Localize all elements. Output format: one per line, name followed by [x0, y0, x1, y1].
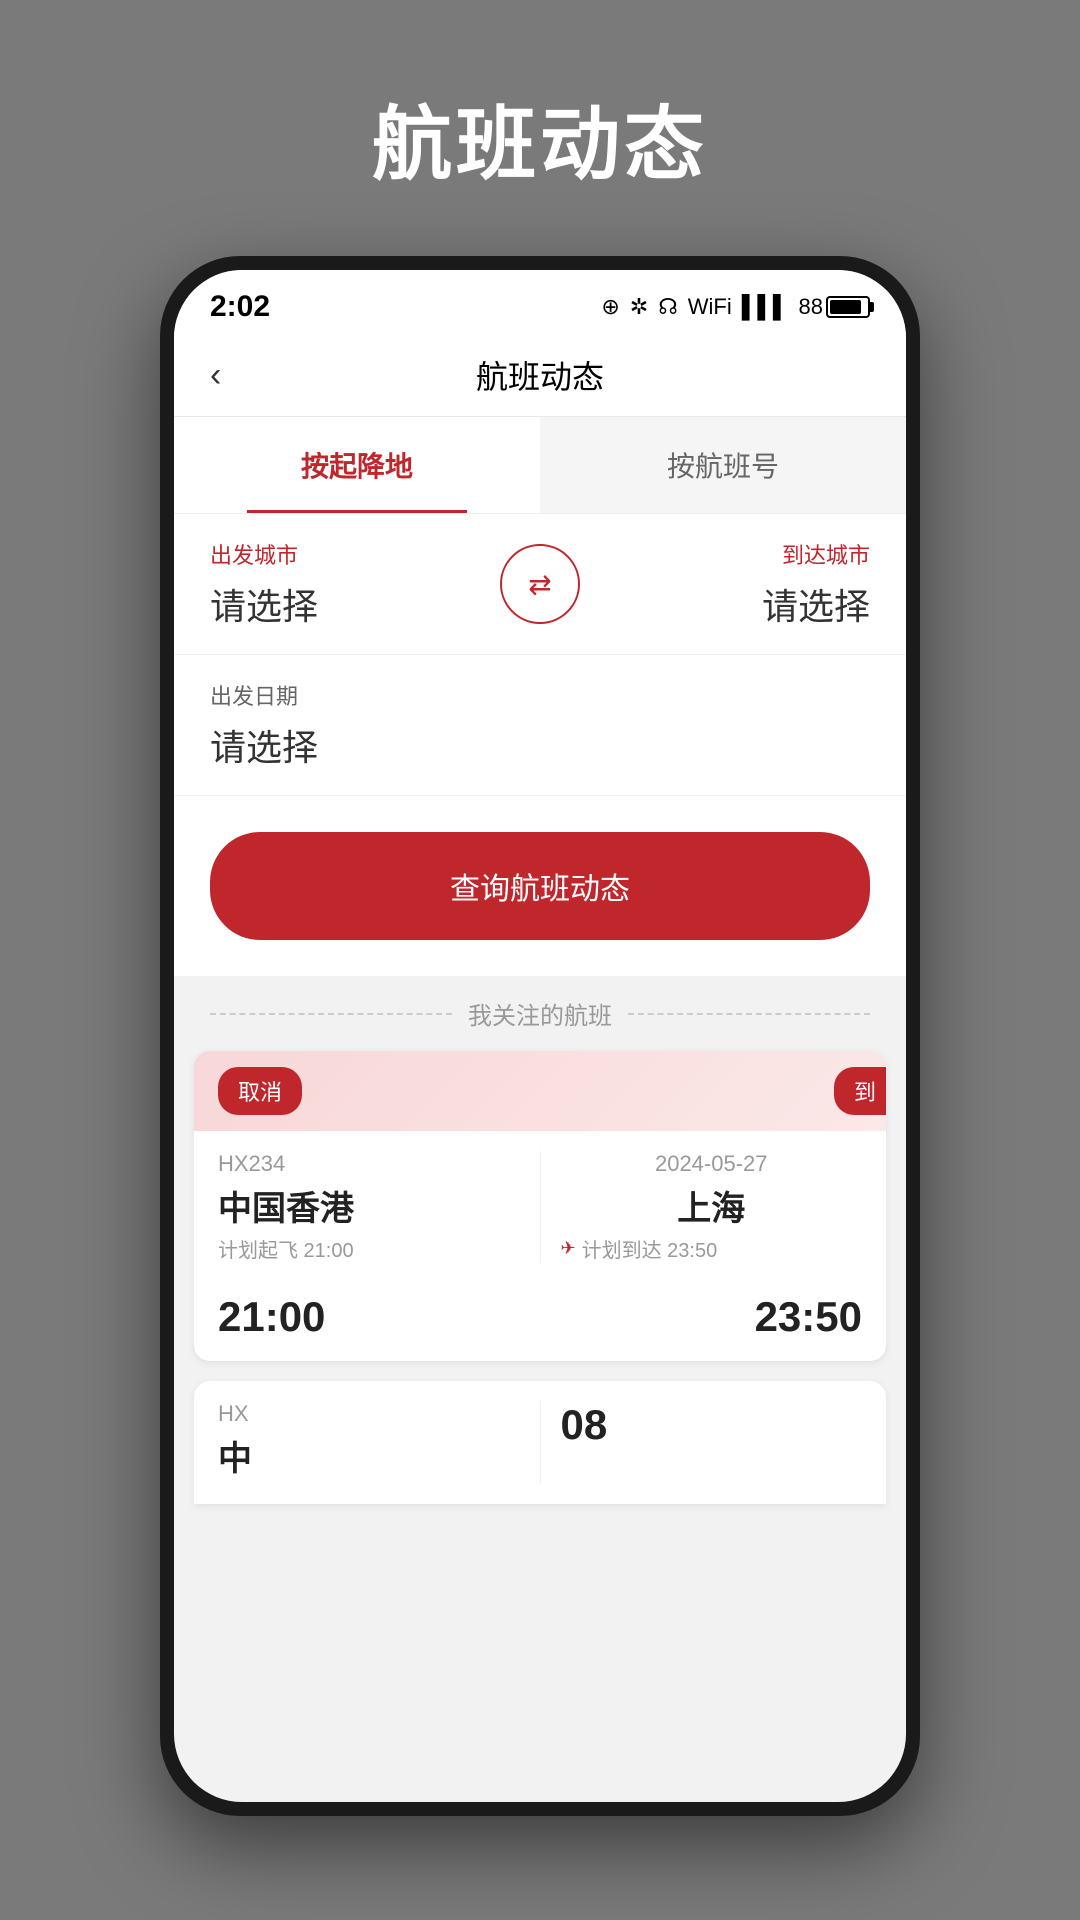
tab-by-route[interactable]: 按起降地 — [174, 417, 540, 513]
nfc-icon: ⊕ — [601, 294, 619, 320]
partial-city: 中 — [218, 1431, 520, 1480]
date-label: 出发日期 — [210, 679, 870, 711]
flight-card-partial-body: HX 中 08 — [194, 1381, 886, 1504]
plane-icon-0: ✈ — [561, 1238, 576, 1259]
nav-title: 航班动态 — [476, 352, 604, 398]
page-bg-title: 航班动态 — [372, 80, 708, 196]
divider-line-right — [628, 1013, 870, 1015]
date-value: 请选择 — [210, 719, 870, 771]
partial-time: 08 — [561, 1401, 863, 1449]
departure-col-0: HX234 中国香港 计划起飞 21:00 — [218, 1151, 541, 1263]
partial-time-col: 08 — [561, 1401, 863, 1484]
section-title: 我关注的航班 — [468, 996, 612, 1031]
tabs-container: 按起降地 按航班号 — [174, 417, 906, 514]
partial-flight-number: HX — [218, 1401, 520, 1427]
phone-screen: 2:02 ⊕ ✲ ☊ WiFi ▌▌▌ 88 ‹ 航班动态 — [174, 270, 906, 1802]
date-selector[interactable]: 出发日期 请选择 — [174, 655, 906, 796]
arrival-time-large-0: 23:50 — [755, 1293, 862, 1340]
time-row-0: 21:00 23:50 — [194, 1283, 886, 1361]
search-card: 按起降地 按航班号 出发城市 请选择 ⇄ 到 — [174, 417, 906, 976]
route-selector: 出发城市 请选择 ⇄ 到达城市 请选择 — [174, 514, 906, 655]
nfc2-icon: ☊ — [658, 294, 678, 320]
my-flights-divider: 我关注的航班 — [174, 976, 906, 1051]
swap-cities-button[interactable]: ⇄ — [500, 544, 580, 624]
partial-col: HX 中 — [218, 1401, 541, 1484]
partial-card-container: HX 中 08 — [174, 1381, 906, 1504]
battery-box — [826, 296, 870, 318]
arrival-city-selector[interactable]: 到达城市 请选择 — [600, 538, 870, 630]
flight-cards-list: 取消 到 HX234 中国香港 计划起飞 21:00 2024-05-27 — [174, 1051, 906, 1381]
flight-card-header-0: 取消 到 — [194, 1051, 886, 1131]
departure-time-label-0: 计划起飞 21:00 — [218, 1234, 520, 1263]
flight-card-partial[interactable]: HX 中 08 — [194, 1381, 886, 1504]
arr-time-large-col: 23:50 — [540, 1293, 862, 1341]
nav-bar: ‹ 航班动态 — [174, 334, 906, 417]
arrival-value: 请选择 — [600, 578, 870, 630]
arrival-city-0: 上海 — [561, 1181, 863, 1230]
wifi-icon: WiFi — [688, 294, 732, 320]
bluetooth-icon: ✲ — [630, 294, 648, 320]
departure-label: 出发城市 — [210, 538, 480, 570]
divider-line-left — [210, 1013, 452, 1015]
battery-level-text: 88 — [799, 294, 823, 320]
back-button[interactable]: ‹ — [210, 356, 221, 395]
departure-city-0: 中国香港 — [218, 1181, 520, 1230]
departure-time-large-0: 21:00 — [218, 1293, 325, 1340]
search-button[interactable]: 查询航班动态 — [210, 832, 870, 940]
status-time: 2:02 — [210, 290, 270, 324]
phone-frame: 2:02 ⊕ ✲ ☊ WiFi ▌▌▌ 88 ‹ 航班动态 — [160, 256, 920, 1816]
content-area: 按起降地 按航班号 出发城市 请选择 ⇄ 到 — [174, 417, 906, 1802]
flight-number-0: HX234 — [218, 1151, 520, 1177]
status-icons: ⊕ ✲ ☊ WiFi ▌▌▌ 88 — [601, 294, 870, 320]
flight-status-badge-right-0: 到 — [834, 1067, 886, 1115]
departure-value: 请选择 — [210, 578, 480, 630]
flight-status-badge-0: 取消 — [218, 1067, 302, 1115]
swap-icon-symbol: ⇄ — [528, 568, 551, 601]
arrival-label: 到达城市 — [600, 538, 870, 570]
departure-city-selector[interactable]: 出发城市 请选择 — [210, 538, 480, 630]
tab-by-number[interactable]: 按航班号 — [540, 417, 906, 513]
battery-indicator: 88 — [799, 294, 870, 320]
status-bar: 2:02 ⊕ ✲ ☊ WiFi ▌▌▌ 88 — [174, 270, 906, 334]
dep-time-large-col: 21:00 — [218, 1293, 540, 1341]
flight-card-body-0: HX234 中国香港 计划起飞 21:00 2024-05-27 上海 ✈ 计划… — [194, 1131, 886, 1283]
battery-fill — [830, 300, 861, 314]
arrival-time-label-0: ✈ 计划到达 23:50 — [561, 1234, 863, 1263]
signal-icon: ▌▌▌ — [742, 294, 789, 320]
flight-card-0[interactable]: 取消 到 HX234 中国香港 计划起飞 21:00 2024-05-27 — [194, 1051, 886, 1361]
flight-date-0: 2024-05-27 — [561, 1151, 863, 1177]
date-col-0: 2024-05-27 上海 ✈ 计划到达 23:50 — [561, 1151, 863, 1263]
